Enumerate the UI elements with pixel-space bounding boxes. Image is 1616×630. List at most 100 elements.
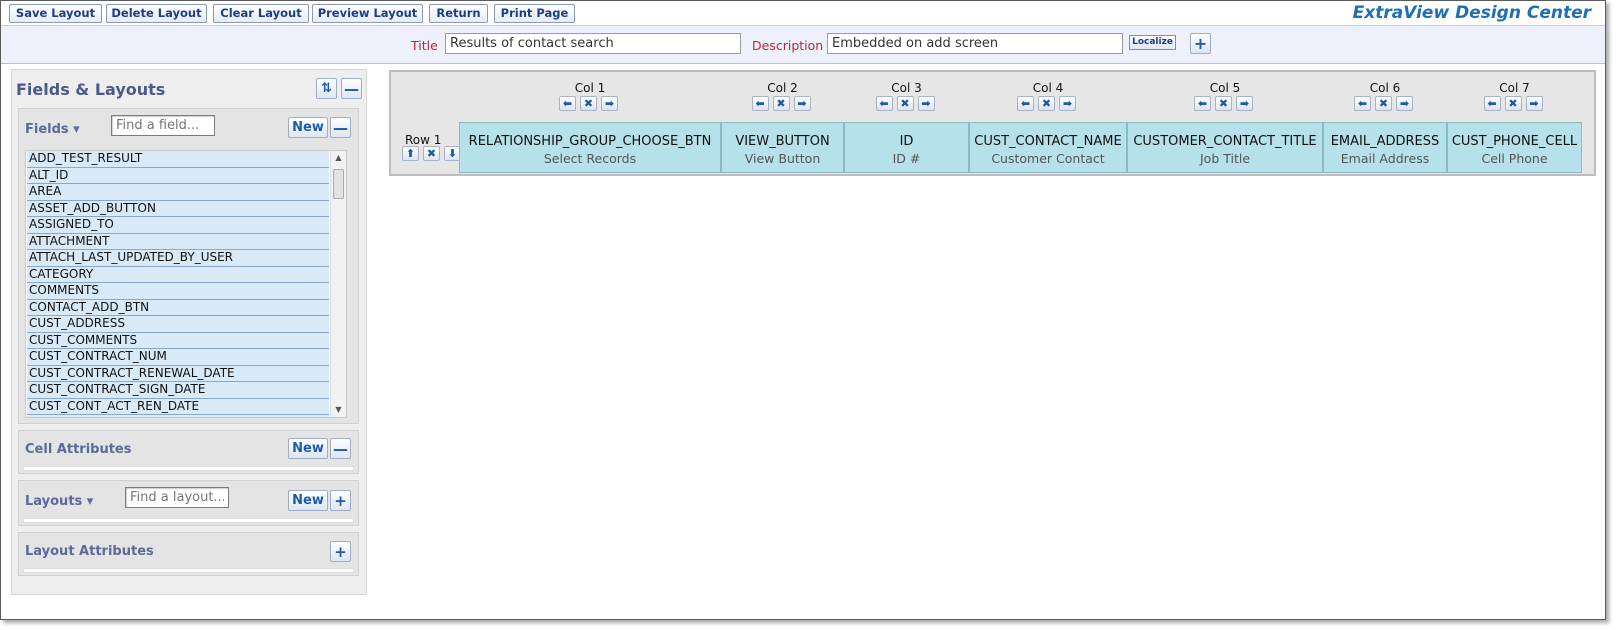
field-list-item[interactable]: CUST_COMMENTS: [27, 332, 329, 349]
add-title-button[interactable]: +: [1190, 33, 1211, 54]
field-list-item[interactable]: ATTACH_LAST_UPDATED_BY_USER: [27, 250, 329, 267]
find-field-input[interactable]: [111, 115, 215, 136]
field-list-scrollbar[interactable]: ▲ ▼: [330, 151, 346, 417]
field-list-item[interactable]: ASSET_ADD_BUTTON: [27, 200, 329, 217]
cell-field-label: Customer Contact: [991, 151, 1105, 166]
scroll-down-icon[interactable]: ▼: [331, 403, 346, 417]
cell-field-label: Email Address: [1340, 151, 1430, 166]
column-move-left-icon[interactable]: ⬅: [559, 96, 576, 111]
collapse-fields-button[interactable]: —: [330, 117, 351, 138]
column-move-right-icon[interactable]: ➡: [793, 96, 811, 111]
field-list-item[interactable]: CUST_CONT_ACT_REN_DATE: [27, 398, 329, 415]
expand-layout-attributes-button[interactable]: +: [330, 541, 351, 562]
layout-cell[interactable]: CUST_CONTACT_NAME Customer Contact: [969, 122, 1127, 173]
save-layout-button[interactable]: Save Layout: [9, 4, 102, 23]
field-list-item[interactable]: ATTACHMENT: [27, 233, 329, 250]
column-delete-icon[interactable]: ✖: [1504, 96, 1522, 111]
column-controls: ⬅ ✖ ➡: [1194, 96, 1253, 111]
clear-layout-button[interactable]: Clear Layout: [213, 4, 309, 23]
row-delete-icon[interactable]: ✖: [423, 146, 440, 161]
field-list-item[interactable]: CATEGORY: [27, 266, 329, 283]
column-move-right-icon[interactable]: ➡: [601, 96, 618, 111]
find-layout-input[interactable]: [125, 487, 229, 508]
cell-field-label: View Button: [744, 151, 821, 166]
scroll-up-icon[interactable]: ▲: [331, 151, 346, 165]
preview-layout-button[interactable]: Preview Layout: [312, 4, 423, 23]
field-list-item[interactable]: AREA: [27, 184, 329, 201]
new-cell-attribute-button[interactable]: New: [288, 438, 328, 459]
layout-attributes-section: Layout Attributes +: [18, 532, 359, 576]
collapse-cell-attributes-button[interactable]: —: [330, 438, 351, 459]
column-controls: ⬅ ✖ ➡: [1483, 96, 1543, 111]
column-delete-icon[interactable]: ✖: [1038, 96, 1055, 111]
layout-cell[interactable]: VIEW_BUTTON View Button: [721, 122, 844, 173]
column-move-left-icon[interactable]: ⬅: [751, 96, 769, 111]
layout-grid: Row 1 ⬆ ✖ ⬇ Col 1 ⬅ ✖ ➡ RELATIONSHIP_GROUP_C…: [389, 70, 1596, 176]
expand-layouts-button[interactable]: +: [330, 490, 351, 511]
new-layout-button[interactable]: New: [288, 490, 328, 511]
layout-cell[interactable]: EMAIL_ADDRESS Email Address: [1323, 122, 1447, 173]
cell-field-label: ID #: [892, 151, 921, 166]
column-header: Col 2: [767, 81, 798, 95]
column-delete-icon[interactable]: ✖: [1215, 96, 1232, 111]
localize-button[interactable]: Localize: [1129, 35, 1176, 50]
column-delete-icon[interactable]: ✖: [580, 96, 597, 111]
column-move-left-icon[interactable]: ⬅: [1483, 96, 1501, 111]
cell-attributes-body: [23, 466, 354, 471]
print-page-button[interactable]: Print Page: [494, 4, 575, 23]
delete-layout-button[interactable]: Delete Layout: [106, 4, 207, 23]
cell-field-label: Job Title: [1199, 151, 1251, 166]
row-controls: ⬆ ✖ ⬇: [402, 146, 461, 161]
cell-field-name: CUSTOMER_CONTACT_TITLE: [1133, 134, 1317, 149]
layout-cell[interactable]: RELATIONSHIP_GROUP_CHOOSE_BTN Select Reco…: [459, 122, 721, 173]
column-move-right-icon[interactable]: ➡: [1236, 96, 1253, 111]
column-move-left-icon[interactable]: ⬅: [1017, 96, 1034, 111]
layout-cell[interactable]: CUSTOMER_CONTACT_TITLE Job Title: [1127, 122, 1323, 173]
layout-cell[interactable]: ID ID #: [844, 122, 969, 173]
column-delete-icon[interactable]: ✖: [772, 96, 790, 111]
refresh-button[interactable]: ⇅: [316, 78, 337, 99]
column-move-right-icon[interactable]: ➡: [1396, 96, 1413, 111]
column-move-left-icon[interactable]: ⬅: [1354, 96, 1371, 111]
column-delete-icon[interactable]: ✖: [896, 96, 914, 111]
column-move-left-icon[interactable]: ⬅: [1194, 96, 1211, 111]
column-delete-icon[interactable]: ✖: [1375, 96, 1392, 111]
fields-layouts-panel: Fields & Layouts ⇅ — Fields ▾ New — ADD_…: [11, 69, 367, 595]
column-move-right-icon[interactable]: ➡: [1059, 96, 1076, 111]
description-input[interactable]: [827, 33, 1123, 54]
field-list-item[interactable]: CUST_ADDRESS: [27, 316, 329, 333]
collapse-panel-button[interactable]: —: [341, 78, 362, 99]
field-list[interactable]: ADD_TEST_RESULT ALT_ID AREA ASSET_ADD_BUTTO…: [25, 150, 347, 418]
cell-attributes-label: Cell Attributes: [25, 442, 132, 457]
cell-field-name: RELATIONSHIP_GROUP_CHOOSE_BTN: [468, 134, 712, 149]
field-list-item[interactable]: ASSIGNED_TO: [27, 217, 329, 234]
panel-title: Fields & Layouts: [16, 80, 166, 99]
field-list-item[interactable]: ADD_TEST_RESULT: [27, 151, 329, 168]
layouts-dropdown[interactable]: Layouts ▾: [25, 494, 93, 509]
layout-cell[interactable]: CUST_PHONE_CELL Cell Phone: [1447, 122, 1582, 173]
field-list-item[interactable]: CONTACT_ADD_BTN: [27, 299, 329, 316]
title-input[interactable]: [445, 33, 741, 54]
field-list-item[interactable]: ALT_ID: [27, 167, 329, 184]
scroll-thumb[interactable]: [333, 169, 344, 199]
column-header: Col 4: [1032, 81, 1064, 95]
column-controls: ⬅ ✖ ➡: [1354, 96, 1413, 111]
field-list-item[interactable]: CUST_CONTRACT_NUM: [27, 349, 329, 366]
column-move-right-icon[interactable]: ➡: [917, 96, 935, 111]
field-list-item[interactable]: CUST_EMAIL: [27, 415, 329, 417]
cell-field-name: VIEW_BUTTON: [735, 134, 830, 149]
new-field-button[interactable]: New: [288, 117, 328, 138]
field-list-item[interactable]: COMMENTS: [27, 283, 329, 300]
row-move-up-icon[interactable]: ⬆: [402, 146, 419, 161]
field-list-item[interactable]: CUST_CONTRACT_RENEWAL_DATE: [27, 365, 329, 382]
layout-title-bar: Title Description Localize +: [1, 26, 1605, 64]
cell-field-label: Select Records: [543, 151, 637, 166]
fields-dropdown[interactable]: Fields ▾: [25, 122, 80, 137]
return-button[interactable]: Return: [429, 4, 488, 23]
field-list-item[interactable]: CUST_CONTRACT_SIGN_DATE: [27, 382, 329, 399]
app-title: ExtraView Design Center: [1352, 3, 1591, 23]
column-move-left-icon[interactable]: ⬅: [875, 96, 893, 111]
cell-field-name: CUST_CONTACT_NAME: [974, 134, 1122, 149]
layout-attributes-label: Layout Attributes: [25, 544, 154, 559]
column-move-right-icon[interactable]: ➡: [1525, 96, 1543, 111]
